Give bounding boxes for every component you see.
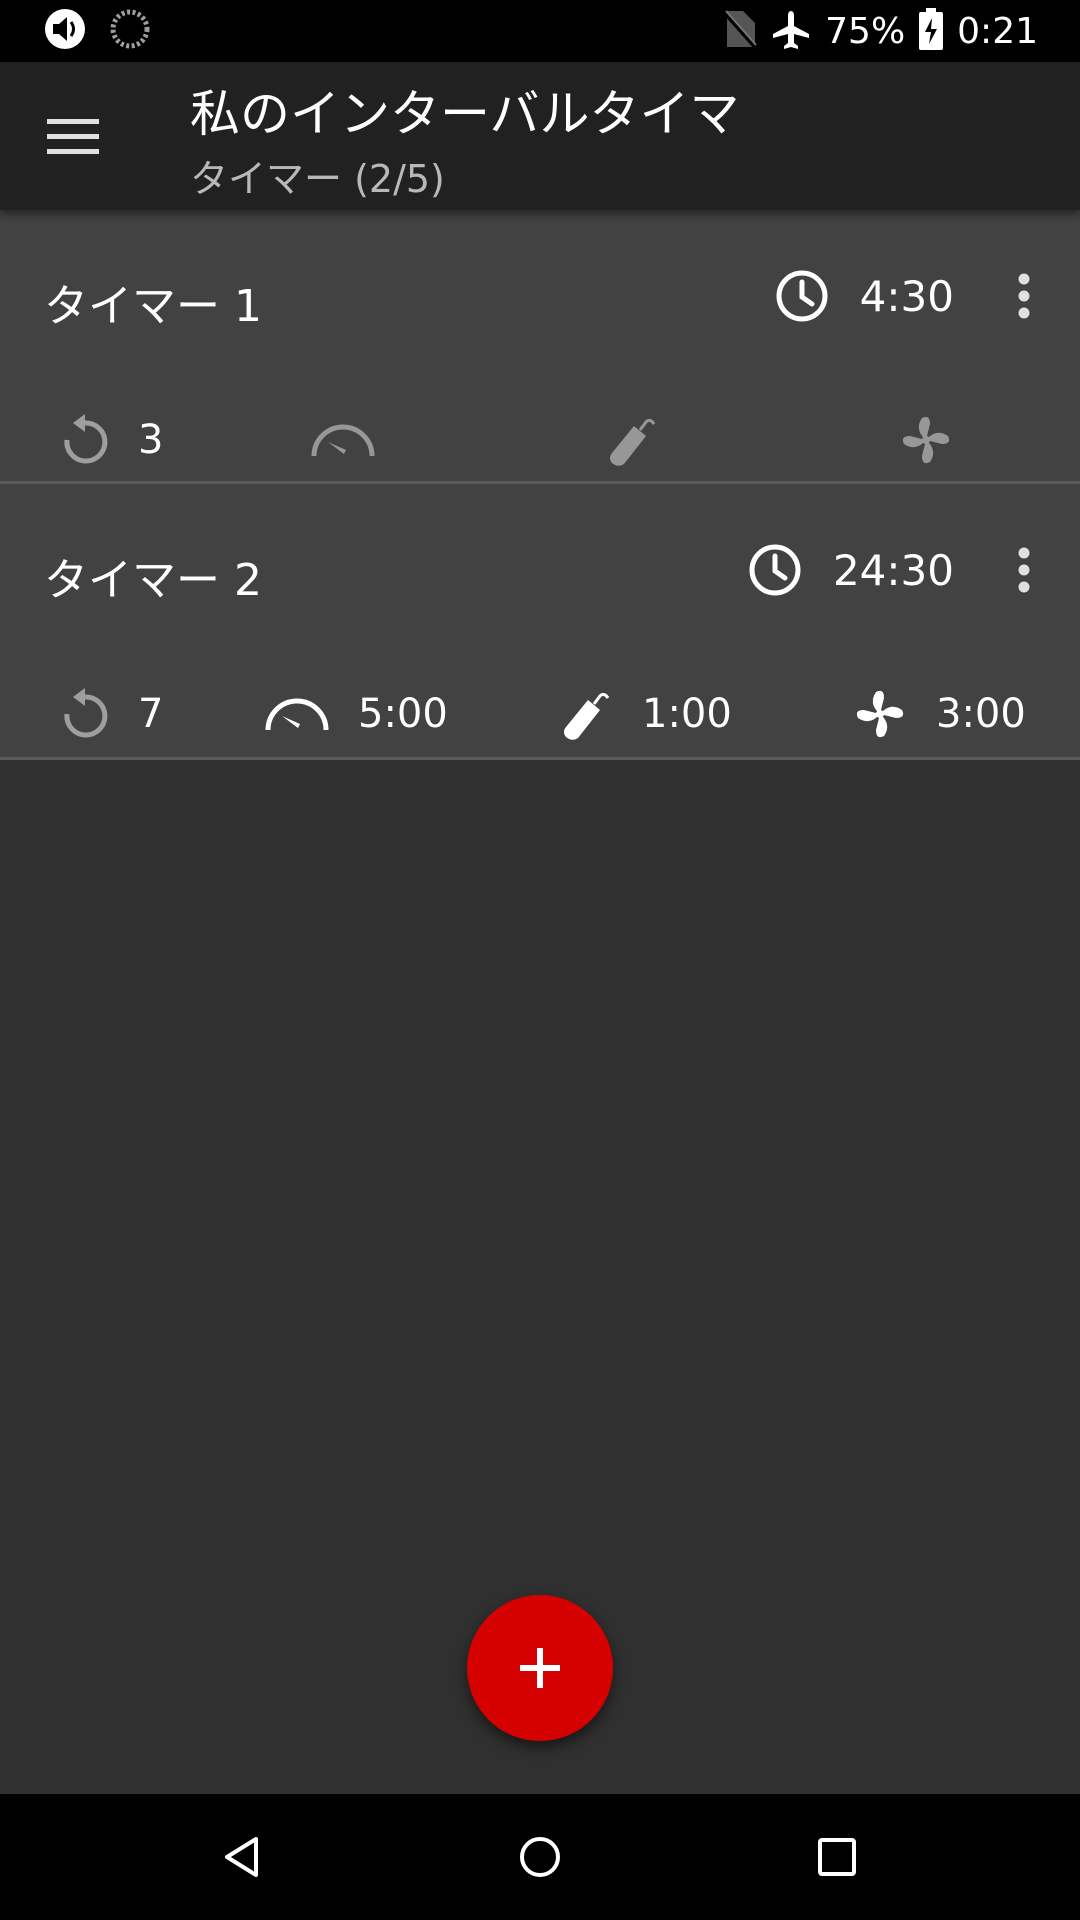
back-button[interactable]	[208, 1824, 274, 1890]
warmup-time: 5:00	[358, 691, 448, 737]
fan-icon	[902, 416, 950, 464]
repeat-count: 7	[138, 691, 164, 737]
repeat-icon	[64, 688, 108, 738]
repeat-stat: 3	[60, 400, 163, 480]
sync-icon	[110, 9, 150, 53]
volume-icon	[44, 8, 86, 54]
hamburger-menu-button[interactable]	[38, 106, 108, 166]
recents-button[interactable]	[804, 1824, 870, 1890]
timer-total-time: 24:30	[832, 545, 954, 595]
cooldown-stat	[898, 400, 982, 480]
fan-icon	[856, 690, 904, 738]
water-bottle-icon	[610, 418, 656, 466]
warmup-stat: 5:00	[264, 674, 448, 754]
timer-name: タイマー 1	[44, 281, 262, 332]
airplane-icon	[771, 9, 811, 53]
clock-icon	[776, 270, 828, 322]
timer-stats: 3	[0, 400, 1080, 480]
timer-list: タイマー 1 4:30 3 タイマー 2 24:30 7 5:00 1:00 3…	[0, 210, 1080, 760]
timer-name: タイマー 2	[44, 555, 262, 606]
app-title: 私のインターバルタイマ	[190, 85, 740, 143]
back-icon	[225, 1837, 258, 1877]
more-options-button[interactable]	[994, 530, 1054, 610]
timer-total: 4:30	[774, 260, 954, 332]
hamburger-menu-icon	[47, 119, 99, 154]
more-vert-icon	[1018, 273, 1030, 319]
clock-time: 0:21	[957, 10, 1038, 52]
recents-icon	[818, 1838, 856, 1876]
add-timer-button[interactable]	[467, 1595, 613, 1741]
water-bottle-icon	[564, 692, 610, 740]
clock-icon	[749, 544, 801, 596]
status-right: 75% 0:21	[723, 0, 1038, 62]
speedometer-icon	[265, 698, 329, 731]
timer-stats: 7 5:00 1:00 3:00	[0, 674, 1080, 754]
status-left	[44, 8, 150, 54]
warmup-stat	[310, 400, 404, 480]
timer-total: 24:30	[747, 534, 954, 606]
home-icon	[520, 1837, 560, 1877]
no-sim-icon	[723, 9, 757, 53]
timer-card[interactable]: タイマー 2 24:30 7 5:00 1:00 3:00	[0, 484, 1080, 760]
battery-percent: 75%	[825, 10, 906, 52]
plus-icon	[520, 1648, 560, 1688]
more-vert-icon	[1018, 547, 1030, 593]
screen: 75% 0:21 私のインターバルタイマ タイマー (2/5) タイマー 1 4…	[0, 0, 1080, 1920]
more-options-button[interactable]	[994, 256, 1054, 336]
cooldown-stat: 3:00	[852, 674, 1026, 754]
work-time: 1:00	[642, 691, 732, 737]
repeat-icon	[64, 414, 108, 464]
home-button[interactable]	[507, 1824, 573, 1890]
work-stat: 1:00	[558, 674, 732, 754]
speedometer-icon	[311, 424, 375, 457]
app-subtitle: タイマー (2/5)	[190, 157, 445, 201]
navigation-bar	[0, 1794, 1080, 1920]
timer-card[interactable]: タイマー 1 4:30 3	[0, 210, 1080, 484]
repeat-stat: 7	[60, 674, 163, 754]
app-bar: 私のインターバルタイマ タイマー (2/5)	[0, 62, 1080, 210]
repeat-count: 3	[138, 417, 164, 463]
battery-charging-icon	[919, 8, 944, 54]
work-stat	[604, 400, 688, 480]
cooldown-time: 3:00	[936, 691, 1026, 737]
timer-total-time: 4:30	[859, 271, 954, 321]
status-bar: 75% 0:21	[0, 0, 1080, 62]
